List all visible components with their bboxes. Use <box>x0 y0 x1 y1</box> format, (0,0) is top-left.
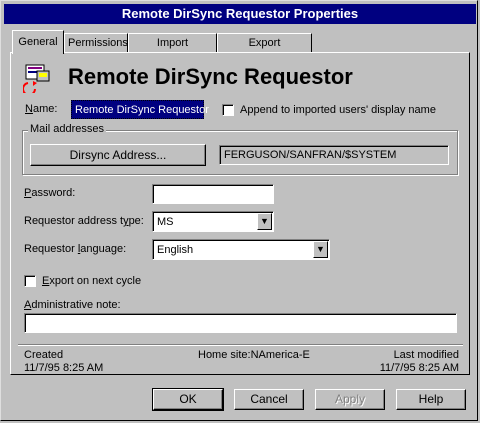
requestor-icon <box>22 63 53 96</box>
chevron-down-icon[interactable]: ▼ <box>257 213 272 230</box>
append-display-name-checkbox[interactable] <box>222 104 234 116</box>
created-label: Created <box>24 349 64 361</box>
help-button[interactable]: Help <box>396 389 466 410</box>
window-title: Remote DirSync Requestor Properties <box>4 4 476 24</box>
name-value: Remote DirSync Requestor <box>75 104 209 116</box>
dirsync-address-value: FERGUSON/SANFRAN/$SYSTEM <box>224 149 397 161</box>
page-heading: Remote DirSync Requestor <box>68 64 353 89</box>
divider <box>18 344 463 346</box>
address-type-value: MS <box>157 216 174 228</box>
address-type-label: Requestor address type: <box>24 215 144 227</box>
home-site: Home site:NAmerica-E <box>198 349 310 361</box>
admin-note-input[interactable] <box>24 313 457 333</box>
name-field[interactable]: Remote DirSync Requestor <box>71 100 209 119</box>
language-value: English <box>157 244 194 256</box>
chevron-down-icon[interactable]: ▼ <box>313 241 328 258</box>
ok-button[interactable]: OK <box>152 388 224 411</box>
mail-addresses-label: Mail addresses <box>28 123 106 135</box>
last-modified-value: 11/7/95 8:25 AM <box>379 362 459 374</box>
export-next-cycle-checkbox[interactable] <box>24 275 36 287</box>
apply-button[interactable]: Apply <box>315 389 385 410</box>
last-modified-label: Last modified <box>393 349 459 361</box>
language-select[interactable]: English ▼ <box>152 239 330 260</box>
password-label: Password: <box>24 187 76 199</box>
created-value: 11/7/95 8:25 AM <box>24 362 104 374</box>
export-next-cycle-label: Export on next cycle <box>42 275 142 287</box>
admin-note-label: Administrative note: <box>24 299 121 311</box>
tab-export-containers[interactable]: Export Containers <box>217 33 312 68</box>
tab-permissions[interactable]: Permissions <box>64 33 128 52</box>
language-label: Requestor language: <box>24 243 127 255</box>
address-type-select[interactable]: MS ▼ <box>152 211 274 232</box>
tab-import-container[interactable]: Import Container <box>128 33 217 68</box>
name-label: Name: <box>25 103 58 115</box>
dirsync-address-field: FERGUSON/SANFRAN/$SYSTEM <box>219 145 449 165</box>
password-input[interactable] <box>152 184 274 204</box>
dirsync-address-button[interactable]: Dirsync Address... <box>30 144 206 166</box>
cancel-button[interactable]: Cancel <box>234 389 304 410</box>
tab-general[interactable]: General <box>12 30 64 54</box>
append-display-name-label: Append to imported users' display name <box>240 104 436 116</box>
